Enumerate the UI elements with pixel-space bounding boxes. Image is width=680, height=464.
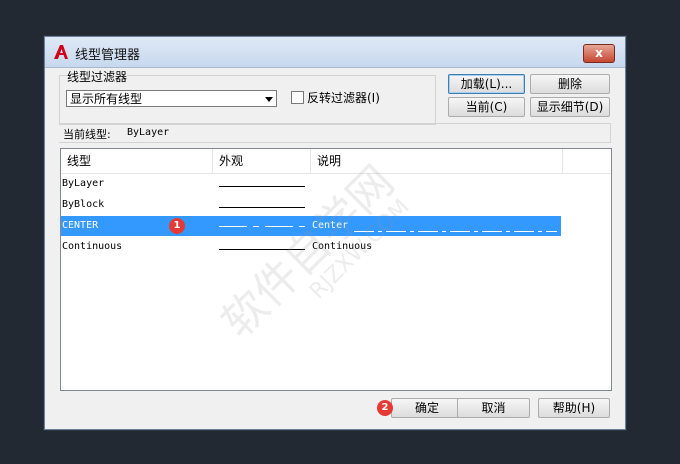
help-button[interactable]: 帮助(H) [538, 398, 610, 418]
details-button[interactable]: 显示细节(D) [530, 97, 610, 117]
list-header: 线型 外观 说明 [61, 149, 611, 174]
table-row[interactable]: ByBlock [61, 195, 561, 215]
row-linetype-name: CENTER [62, 220, 99, 231]
row-linetype-name: ByBlock [62, 199, 105, 210]
delete-button[interactable]: 删除 [530, 74, 610, 94]
column-header-appearance[interactable]: 外观 [213, 149, 311, 173]
row-linetype-description: Center [312, 220, 349, 231]
table-row[interactable]: ByLayer [61, 174, 561, 194]
row-linetype-name: ByLayer [62, 178, 105, 189]
filter-group-label: 线型过滤器 [67, 68, 128, 85]
table-row[interactable]: Continuous Continuous [61, 237, 561, 257]
linetype-manager-dialog: 线型管理器 x 线型过滤器 显示所有线型 反转过滤器(I) 加载(L)... 删… [44, 36, 626, 430]
cancel-button[interactable]: 取消 [457, 398, 530, 418]
close-button[interactable]: x [583, 44, 615, 63]
step-badge-1: 1 [169, 218, 185, 234]
filter-select[interactable]: 显示所有线型 [66, 90, 277, 107]
chevron-down-icon [265, 97, 273, 102]
current-button[interactable]: 当前(C) [448, 97, 525, 117]
load-button[interactable]: 加载(L)... [448, 74, 525, 94]
filter-select-value: 显示所有线型 [70, 92, 143, 106]
column-header-linetype[interactable]: 线型 [61, 149, 213, 173]
current-linetype-value: ByLayer [127, 127, 170, 138]
linetype-preview-center [219, 226, 305, 227]
linetype-preview-solid [219, 207, 305, 208]
table-row-selected[interactable]: CENTER Center [61, 216, 561, 236]
invert-filter-label: 反转过滤器(I) [307, 91, 380, 105]
row-linetype-name: Continuous [62, 241, 123, 252]
invert-filter-checkbox[interactable] [291, 91, 304, 104]
linetype-list[interactable]: 线型 外观 说明 ByLayer ByBlock CENTER Center C… [60, 148, 612, 391]
linetype-preview-solid [219, 186, 305, 187]
current-linetype-label: 当前线型: [63, 128, 111, 141]
step-badge-2: 2 [377, 400, 393, 416]
title-bar: 线型管理器 x [45, 37, 625, 68]
row-linetype-description: Continuous [312, 241, 373, 252]
linetype-description-pattern [354, 231, 557, 232]
autocad-logo-icon [54, 45, 68, 59]
dialog-title: 线型管理器 [75, 48, 141, 63]
column-header-description[interactable]: 说明 [311, 149, 563, 173]
linetype-preview-solid [219, 249, 305, 250]
ok-button[interactable]: 确定 [391, 398, 463, 418]
